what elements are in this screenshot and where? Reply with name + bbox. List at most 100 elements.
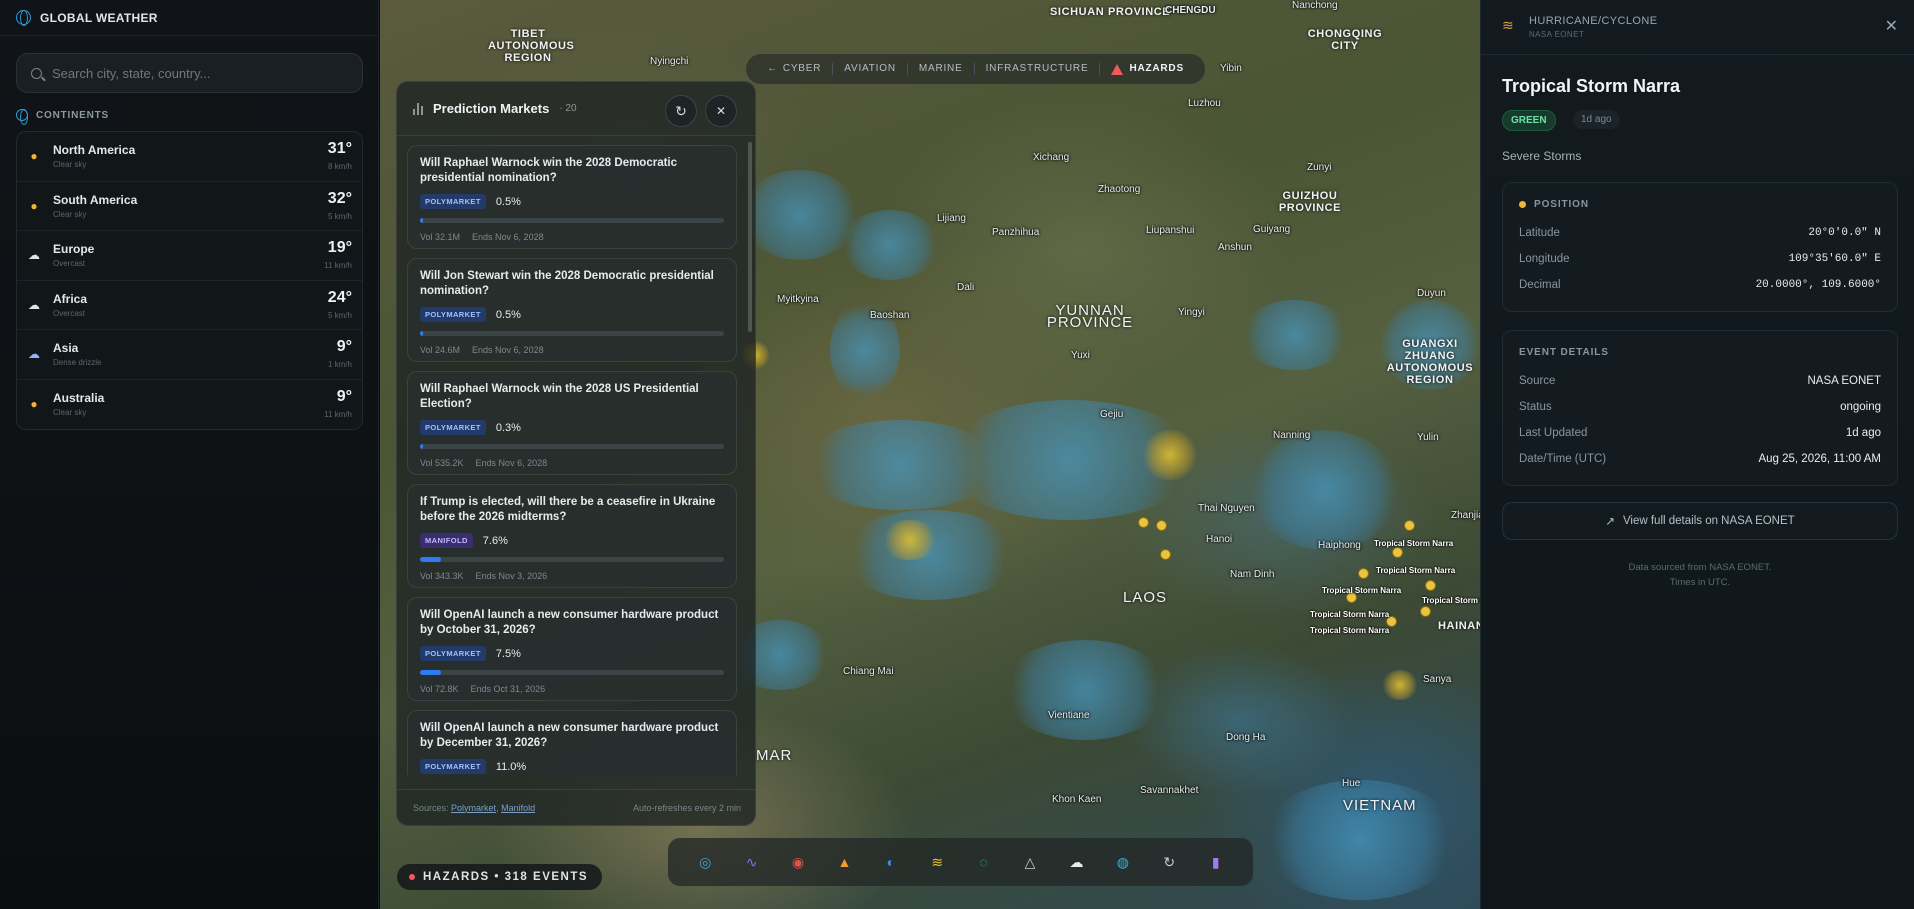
continent-temp: 32° — [327, 189, 352, 207]
decimal-value: 20.0000°, 109.6000° — [1755, 279, 1881, 291]
map-label: TIBET AUTONOMOUS REGION — [488, 28, 575, 64]
tab-cyber[interactable]: ← CYBER — [756, 63, 834, 75]
continent-temp: 19° — [327, 239, 352, 256]
continent-temp: 9° — [336, 387, 352, 405]
end-date: Ends Nov 6, 2028 — [472, 232, 544, 242]
market-card[interactable]: Will Raphael Warnock win the 2028 US Pre… — [407, 371, 737, 475]
continent-list: ● North America Clear sky 31° 8 km/h ● So… — [16, 131, 363, 430]
market-footer: Vol 32.1M Ends Nov 6, 2028 — [420, 232, 724, 242]
source-badge: MANIFOLD — [420, 533, 473, 548]
wind-icon[interactable]: ≋ — [924, 849, 950, 875]
continent-row-north-america[interactable]: ● North America Clear sky 31° 8 km/h — [17, 132, 362, 182]
map-label: Nanning — [1273, 430, 1311, 441]
refresh-button[interactable]: ↻ — [665, 95, 697, 127]
source-badge: POLYMARKET — [420, 420, 486, 435]
market-card[interactable]: Will Raphael Warnock win the 2028 Democr… — [407, 145, 737, 249]
close-button[interactable]: ✕ — [705, 95, 737, 127]
decimal-row: Decimal 20.0000°, 109.6000° — [1503, 272, 1897, 298]
refresh-note: Auto-refreshes every 2 min — [632, 802, 741, 813]
sidebar-title: GLOBAL WEATHER — [40, 10, 158, 25]
back-arrow-icon: ← — [767, 63, 778, 74]
volcano-icon[interactable]: ▲ — [831, 849, 857, 875]
continent-row-asia[interactable]: ☁ Asia Dense drizzle 9° 1 km/h — [17, 330, 362, 380]
hurricane-marker[interactable] — [1358, 568, 1369, 579]
market-footer: Vol 24.6M Ends Nov 6, 2028 — [420, 345, 724, 355]
note-line: Data sourced from NASA EONET. — [1628, 562, 1772, 573]
hurricane-marker[interactable] — [1138, 517, 1149, 528]
search-input[interactable] — [52, 65, 342, 81]
hurricane-marker[interactable] — [1392, 547, 1403, 558]
continent-row-south-america[interactable]: ● South America Clear sky 32° 5 km/h — [17, 182, 362, 231]
probability-fill — [420, 218, 424, 223]
cyclone-icon[interactable]: ◌ — [971, 849, 997, 875]
cloud-icon[interactable]: ☁ — [1063, 849, 1089, 875]
map-label: Luzhou — [1188, 98, 1221, 109]
source-value: NASA EONET — [1807, 375, 1882, 387]
alert-level-badge: GREEN — [1502, 110, 1556, 131]
market-footer: Vol 535.2K Ends Nov 6, 2028 — [420, 458, 724, 468]
continent-wind: 11 km/h — [324, 409, 352, 419]
source-badge: POLYMARKET — [420, 307, 486, 322]
tab-infrastructure[interactable]: INFRASTRUCTURE — [975, 63, 1101, 75]
datetime-value: Aug 25, 2026, 11:00 AM — [1758, 453, 1881, 465]
flood-icon[interactable]: ◐ — [878, 849, 904, 875]
view-details-button[interactable]: ↗ View full details on NASA EONET — [1502, 502, 1898, 540]
hurricane-marker[interactable] — [1425, 580, 1436, 591]
continent-row-australia[interactable]: ● Australia Clear sky 9° 11 km/h — [17, 380, 362, 430]
map-label: Panzhihua — [992, 227, 1040, 238]
market-card[interactable]: If Trump is elected, will there be a cea… — [407, 484, 737, 588]
time-ago-badge: 1d ago — [1573, 110, 1620, 129]
probability-fill — [420, 557, 441, 562]
continent-row-africa[interactable]: ☁ Africa Overcast 24° 5 km/h — [17, 281, 362, 330]
refresh-icon: ↻ — [675, 102, 687, 119]
tab-marine[interactable]: MARINE — [908, 63, 975, 75]
map-label: CHENGDU — [1165, 5, 1216, 16]
polymarket-link[interactable]: Polymarket — [451, 803, 496, 813]
probability-bar — [420, 444, 724, 449]
market-meta: POLYMARKET 0.3% — [420, 420, 724, 435]
map-label: SICHUAN PROVINCE — [1050, 6, 1171, 18]
rain-cell — [840, 210, 940, 280]
map-label: Nyingchi — [650, 56, 689, 67]
probability: 11.0% — [495, 760, 527, 773]
market-card[interactable]: Will OpenAI launch a new consumer hardwa… — [407, 710, 737, 775]
hazard-icon[interactable]: △ — [1017, 849, 1043, 875]
map-label: Liupanshui — [1146, 225, 1195, 236]
wind-icon: ≋ — [1502, 17, 1514, 33]
kv-label: Longitude — [1519, 253, 1570, 265]
volume: Vol 72.8K — [420, 684, 459, 694]
refresh-icon[interactable]: ↻ — [1156, 849, 1182, 875]
sun-icon: ● — [30, 198, 38, 213]
chart-icon[interactable]: ▮ — [1203, 849, 1229, 875]
satellite-icon[interactable]: ◍ — [1110, 849, 1136, 875]
scrollbar[interactable] — [748, 142, 752, 332]
probability-bar — [420, 557, 724, 562]
market-card[interactable]: Will OpenAI launch a new consumer hardwa… — [407, 597, 737, 701]
hurricane-marker[interactable] — [1156, 520, 1167, 531]
fire-icon[interactable]: ◉ — [785, 849, 811, 875]
storm-label: Tropical Storm Narra — [1310, 610, 1390, 619]
source-badge: POLYMARKET — [420, 194, 486, 209]
globe-layer-icon[interactable]: ◎ — [692, 849, 718, 875]
map-label: Duyun — [1417, 288, 1446, 299]
map-label: Guiyang — [1253, 224, 1291, 235]
manifold-link[interactable]: Manifold — [501, 803, 535, 813]
status-row: Status ongoing — [1503, 394, 1897, 420]
hurricane-marker[interactable] — [1420, 606, 1431, 617]
market-count: · 20 — [559, 103, 577, 114]
market-list[interactable]: Will Raphael Warnock win the 2028 Democr… — [407, 145, 737, 775]
map-label: Yulin — [1417, 432, 1439, 443]
tab-hazards[interactable]: HAZARDS — [1100, 63, 1195, 75]
tab-aviation[interactable]: AVIATION — [833, 63, 908, 75]
hurricane-marker[interactable] — [1404, 520, 1415, 531]
close-icon[interactable]: ✕ — [1885, 16, 1898, 36]
activity-icon[interactable]: ∿ — [739, 849, 765, 875]
search-box[interactable] — [16, 53, 363, 93]
market-meta: POLYMARKET 11.0% — [420, 759, 724, 774]
continent-row-europe[interactable]: ☁ Europe Overcast 19° 11 km/h — [17, 231, 362, 281]
continent-temp: 31° — [327, 140, 352, 157]
market-meta: POLYMARKET 0.5% — [420, 194, 724, 209]
market-card[interactable]: Will Jon Stewart win the 2028 Democratic… — [407, 258, 737, 362]
probability-bar — [420, 331, 724, 336]
hurricane-marker[interactable] — [1160, 549, 1171, 560]
